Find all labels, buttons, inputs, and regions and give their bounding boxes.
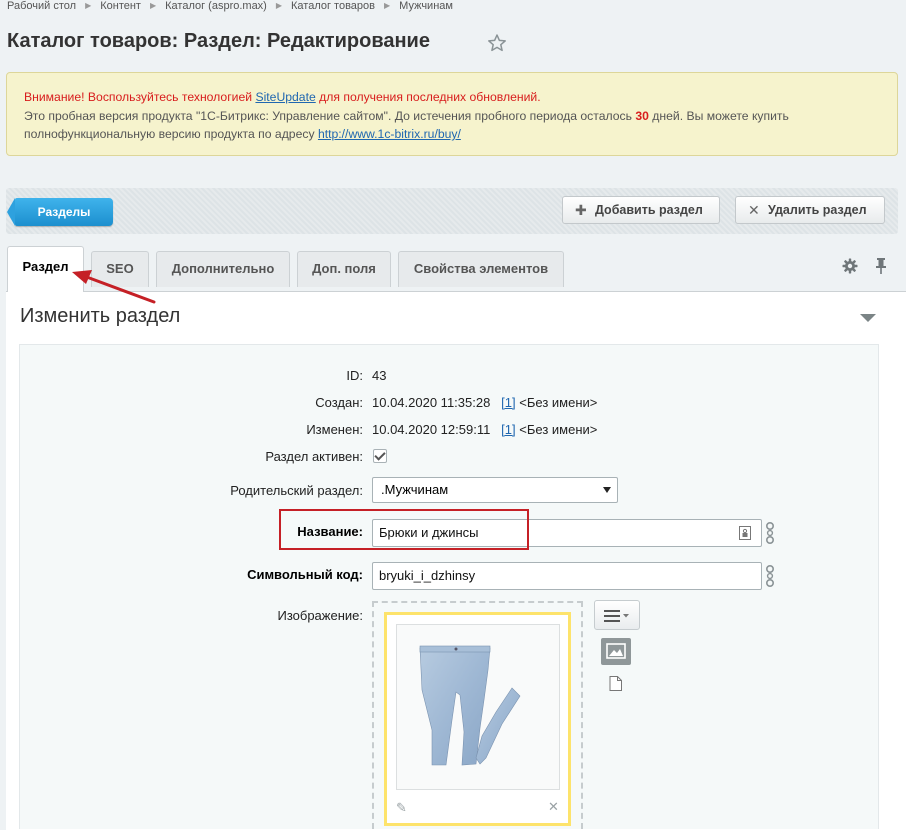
tab-element-properties[interactable]: Свойства элементов bbox=[398, 251, 564, 287]
modified-label: Изменен: bbox=[306, 422, 363, 437]
edit-pencil-icon[interactable]: ✎ bbox=[396, 800, 410, 815]
trial-days-count: 30 bbox=[635, 108, 649, 123]
created-user-name: <Без имени> bbox=[515, 395, 598, 410]
created-info: 10.04.2020 11:35:28 [1] <Без имени> bbox=[372, 395, 597, 410]
symbolic-code-input[interactable]: bryuki_i_dzhinsy bbox=[372, 562, 762, 590]
hamburger-menu-icon bbox=[604, 610, 629, 622]
translit-chain-icon[interactable] bbox=[764, 565, 776, 587]
delete-section-button[interactable]: ✕ Удалить раздел bbox=[735, 196, 885, 224]
star-icon[interactable] bbox=[487, 33, 507, 53]
created-user-link[interactable]: [1] bbox=[501, 395, 515, 410]
buy-link[interactable]: http://www.1c-bitrix.ru/buy/ bbox=[318, 127, 461, 141]
translit-chain-icon[interactable] bbox=[764, 522, 776, 544]
document-lock-icon[interactable] bbox=[739, 526, 751, 540]
id-value: 43 bbox=[372, 368, 387, 383]
breadcrumb: Рабочий стол ▶ Контент ▶ Каталог (aspro.max)… bbox=[7, 0, 453, 14]
modified-user-name: <Без имени> bbox=[515, 422, 598, 437]
notice-line-1: Внимание! Воспользуйтесь технологией Sit… bbox=[24, 90, 541, 104]
collapse-triangle-icon[interactable] bbox=[860, 314, 876, 322]
annotation-arrow-icon bbox=[72, 270, 156, 304]
modified-date: 10.04.2020 12:59:11 bbox=[372, 422, 491, 437]
dropdown-arrow-icon bbox=[603, 487, 611, 493]
tab-additional[interactable]: Дополнительно bbox=[156, 251, 290, 287]
breadcrumb-separator-icon: ▶ bbox=[149, 1, 157, 10]
breadcrumb-item-men[interactable]: Мужчинам bbox=[399, 0, 453, 12]
image-label: Изображение: bbox=[277, 608, 363, 623]
modified-user-link[interactable]: [1] bbox=[501, 422, 515, 437]
notice-line-3: полнофункциональную версию продукта по а… bbox=[24, 127, 461, 141]
plus-icon: ✚ bbox=[575, 202, 587, 218]
notice-line-2: Это пробная версия продукта "1С-Битрикс:… bbox=[24, 108, 789, 123]
modified-info: 10.04.2020 12:59:11 [1] <Без имени> bbox=[372, 422, 597, 437]
remove-image-icon[interactable]: ✕ bbox=[548, 800, 561, 813]
gear-icon[interactable] bbox=[842, 258, 858, 274]
id-label: ID: bbox=[346, 368, 363, 383]
breadcrumb-item-catalog-goods[interactable]: Каталог товаров bbox=[291, 0, 375, 12]
file-icon[interactable] bbox=[609, 676, 622, 691]
pin-icon[interactable] bbox=[874, 257, 888, 275]
symbolic-code-label: Символьный код: bbox=[247, 567, 363, 582]
tab-extra-fields[interactable]: Доп. поля bbox=[297, 251, 391, 287]
active-checkbox[interactable] bbox=[373, 449, 387, 463]
close-icon: ✕ bbox=[748, 202, 760, 218]
breadcrumb-item-content[interactable]: Контент bbox=[100, 0, 141, 12]
breadcrumb-separator-icon: ▶ bbox=[384, 1, 391, 10]
active-label: Раздел активен: bbox=[265, 449, 363, 464]
created-label: Создан: bbox=[315, 395, 363, 410]
name-field-highlight bbox=[279, 509, 529, 550]
sections-button[interactable]: Разделы bbox=[7, 198, 113, 226]
breadcrumb-separator-icon: ▶ bbox=[275, 1, 283, 10]
image-mode-icon[interactable] bbox=[601, 638, 631, 665]
parent-section-select[interactable]: .Мужчинам bbox=[372, 477, 618, 503]
add-section-button[interactable]: ✚ Добавить раздел bbox=[562, 196, 720, 224]
trial-notice: Внимание! Воспользуйтесь технологией Sit… bbox=[6, 72, 898, 156]
siteupdate-link[interactable]: SiteUpdate bbox=[255, 90, 315, 104]
parent-section-label: Родительский раздел: bbox=[230, 483, 363, 498]
jeans-image bbox=[419, 645, 521, 766]
breadcrumb-separator-icon: ▶ bbox=[85, 1, 92, 10]
image-menu-button[interactable] bbox=[594, 600, 640, 630]
breadcrumb-item-catalog-aspro[interactable]: Каталог (aspro.max) bbox=[165, 0, 267, 12]
created-date: 10.04.2020 11:35:28 bbox=[372, 395, 491, 410]
page-title: Каталог товаров: Раздел: Редактирование bbox=[7, 30, 430, 52]
breadcrumb-item-desktop[interactable]: Рабочий стол bbox=[7, 0, 76, 12]
